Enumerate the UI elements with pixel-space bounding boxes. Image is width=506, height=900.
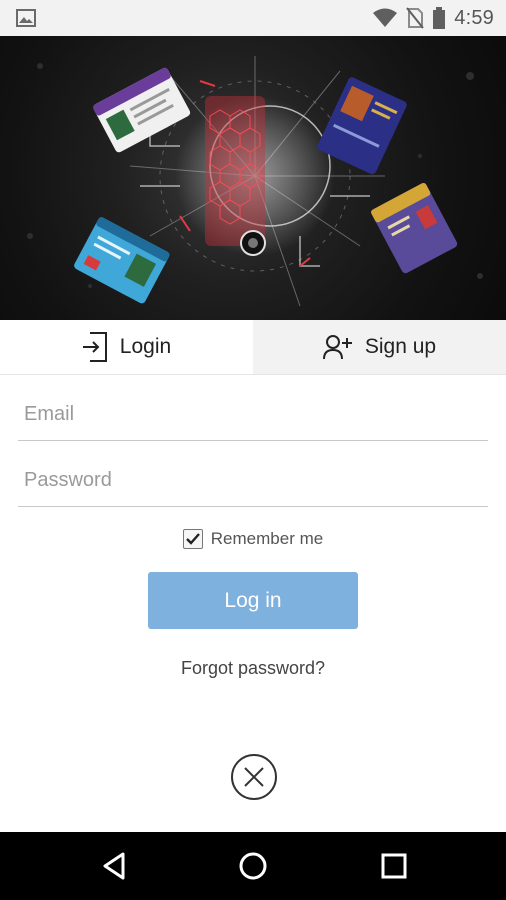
add-user-icon: [322, 335, 352, 360]
password-field-container: [18, 454, 488, 507]
status-bar: 4:59: [0, 0, 506, 36]
tab-login[interactable]: Login: [0, 320, 253, 374]
status-time: 4:59: [454, 6, 494, 29]
navigation-bar: [0, 832, 506, 900]
wifi-icon: [373, 8, 398, 27]
tab-login-label: Login: [119, 335, 172, 358]
home-icon[interactable]: [236, 849, 270, 883]
login-button[interactable]: Log in: [148, 572, 358, 629]
tab-signup-label: Sign up: [364, 335, 437, 358]
email-field-container: [18, 388, 488, 441]
recents-icon[interactable]: [377, 849, 411, 883]
email-field[interactable]: [18, 388, 488, 440]
forgot-password-link[interactable]: Forgot password?: [0, 658, 506, 679]
tab-signup[interactable]: Sign up: [253, 320, 506, 374]
image-icon: [16, 9, 36, 27]
remember-label: Remember me: [210, 529, 324, 548]
password-field[interactable]: [18, 454, 488, 506]
remember-me: Remember me: [0, 529, 506, 549]
close-icon: [244, 767, 264, 787]
back-icon[interactable]: [97, 849, 131, 883]
hero-banner: [0, 36, 506, 320]
battery-icon: [433, 7, 446, 29]
hero-illustration: [27, 56, 483, 307]
check-icon: [185, 533, 200, 545]
close-button[interactable]: [231, 754, 277, 800]
auth-tabs: Login Sign up: [0, 320, 506, 375]
no-sim-icon: [406, 7, 425, 29]
remember-checkbox[interactable]: [182, 529, 203, 549]
login-icon: [82, 332, 107, 362]
